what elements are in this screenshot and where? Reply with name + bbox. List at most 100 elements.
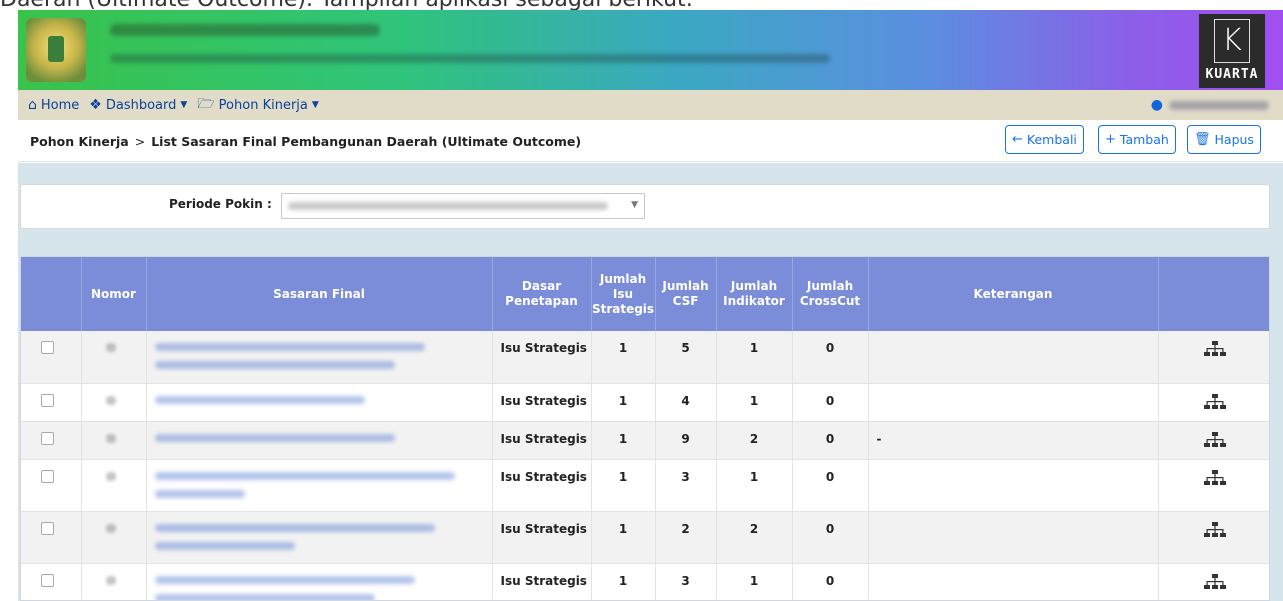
breadcrumb-root[interactable]: Pohon Kinerja (30, 134, 129, 149)
sasaran-cell (146, 331, 493, 384)
csf-cell: 4 (655, 383, 717, 422)
nav-item-label: Home (40, 97, 80, 113)
keterangan-cell (868, 511, 1159, 564)
plus-icon: + (1105, 132, 1116, 147)
redacted-sasaran-link[interactable] (154, 575, 415, 584)
sitemap-icon[interactable] (1203, 469, 1226, 486)
sitemap-icon[interactable] (1203, 393, 1226, 410)
redacted-sasaran-link[interactable] (154, 395, 365, 404)
select-cell (21, 331, 82, 384)
periode-label: Periode Pokin : (169, 197, 272, 211)
trash-icon: 🗑 (1194, 132, 1211, 147)
page-caption: Daerah (Ultimate Outcome). Tampilan apli… (0, 0, 1283, 10)
nav-item-label: Pohon Kinerja (218, 97, 308, 113)
col-select (21, 257, 82, 331)
sasaran-cell (146, 421, 493, 460)
redacted-nomor (105, 471, 116, 481)
keterangan-cell (868, 563, 1159, 600)
indikator-cell: 1 (716, 331, 793, 384)
sasaran-cell (146, 459, 493, 512)
breadcrumb-bar: Pohon Kinerja > List Sasaran Final Pembang… (18, 120, 1283, 162)
filter-card: Periode Pokin : ▼ (20, 184, 1270, 229)
add-button[interactable]: + Tambah (1098, 125, 1176, 154)
crosscut-cell: 0 (792, 459, 869, 512)
isu-cell: 1 (591, 421, 656, 460)
delete-button-label: Hapus (1214, 132, 1254, 147)
row-checkbox[interactable] (41, 469, 54, 483)
select-cell (21, 383, 82, 422)
keterangan-cell: - (868, 421, 1159, 460)
redacted-nomor (105, 395, 116, 405)
top-navbar: ⌂ Home ❖ Dashboard ▼ 🗁 Pohon Kinerja ▼ ● (18, 90, 1283, 120)
province-emblem-logo (26, 18, 86, 82)
back-button-label: Kembali (1026, 132, 1077, 147)
redacted-nomor (105, 523, 116, 533)
user-menu[interactable]: ● (1151, 97, 1269, 113)
row-checkbox[interactable] (41, 521, 54, 535)
nav-item-dashboard[interactable]: ❖ Dashboard ▼ (89, 97, 187, 113)
redacted-sasaran-link[interactable] (154, 471, 455, 480)
row-checkbox[interactable] (41, 393, 54, 407)
select-cell (21, 511, 82, 564)
redacted-sasaran-link[interactable] (154, 343, 425, 351)
row-checkbox[interactable] (41, 573, 54, 587)
csf-cell: 9 (655, 421, 717, 460)
arrow-left-icon: ← (1012, 132, 1023, 147)
sitemap-icon[interactable] (1203, 341, 1226, 357)
nav-item-label: Dashboard (105, 97, 177, 113)
row-checkbox[interactable] (41, 341, 54, 354)
crosscut-cell: 0 (792, 563, 869, 600)
csf-cell: 5 (655, 331, 717, 384)
folder-open-icon: 🗁 (197, 96, 215, 112)
nav-item-home[interactable]: ⌂ Home (28, 97, 79, 113)
sitemap-icon[interactable] (1203, 521, 1226, 538)
col-sasaran-final: Sasaran Final (146, 257, 493, 331)
actions-cell (1158, 459, 1269, 512)
col-jumlah-isu: Jumlah Isu Strategis (591, 257, 656, 331)
indikator-cell: 1 (716, 563, 793, 600)
dashboard-icon: ❖ (89, 97, 102, 113)
nav-item-pohon-kinerja[interactable]: 🗁 Pohon Kinerja ▼ (197, 93, 319, 117)
col-actions (1158, 257, 1269, 331)
nomor-cell (81, 383, 147, 422)
dasar-cell: Isu Strategis (492, 563, 592, 600)
sitemap-icon[interactable] (1203, 431, 1226, 448)
col-jumlah-crosscut: Jumlah CrossCut (792, 257, 869, 331)
row-checkbox[interactable] (41, 431, 54, 445)
delete-button[interactable]: 🗑 Hapus (1187, 125, 1261, 154)
redacted-sasaran-link[interactable] (154, 489, 245, 498)
table-row: Isu Strategis 1 9 2 0- (21, 421, 1269, 460)
table-row: Isu Strategis 1 5 1 0 (21, 331, 1269, 384)
redacted-sasaran-link[interactable] (154, 433, 395, 442)
nomor-cell (81, 331, 147, 384)
table-row: Isu Strategis 1 2 2 0 (21, 511, 1269, 564)
select-cell (21, 563, 82, 600)
kuarta-logo-text: KUARTA (1205, 67, 1259, 82)
redacted-sasaran-link[interactable] (154, 361, 395, 369)
periode-select[interactable]: ▼ (281, 193, 645, 219)
isu-cell: 1 (591, 383, 656, 422)
back-button[interactable]: ← Kembali (1005, 125, 1084, 154)
kuarta-logo: K KUARTA (1199, 14, 1265, 88)
redacted-sasaran-link[interactable] (154, 593, 375, 600)
redacted-sasaran-link[interactable] (154, 523, 435, 532)
table-row: Isu Strategis 1 3 1 0 (21, 563, 1269, 600)
indikator-cell: 1 (716, 383, 793, 422)
crosscut-cell: 0 (792, 331, 869, 384)
home-icon: ⌂ (28, 97, 37, 113)
crosscut-cell: 0 (792, 511, 869, 564)
redacted-username (1169, 100, 1269, 110)
select-cell (21, 421, 82, 460)
sasaran-table: Nomor Sasaran Final Dasar Penetapan Juml… (20, 256, 1270, 601)
redacted-sasaran-link[interactable] (154, 541, 295, 550)
csf-cell: 3 (655, 563, 717, 600)
sasaran-cell (146, 563, 493, 600)
isu-cell: 1 (591, 511, 656, 564)
nomor-cell (81, 421, 147, 460)
breadcrumb: Pohon Kinerja > List Sasaran Final Pembang… (30, 134, 581, 149)
indikator-cell: 2 (716, 511, 793, 564)
isu-cell: 1 (591, 459, 656, 512)
col-jumlah-indikator: Jumlah Indikator (716, 257, 793, 331)
add-button-label: Tambah (1119, 132, 1169, 147)
sitemap-icon[interactable] (1203, 573, 1226, 590)
